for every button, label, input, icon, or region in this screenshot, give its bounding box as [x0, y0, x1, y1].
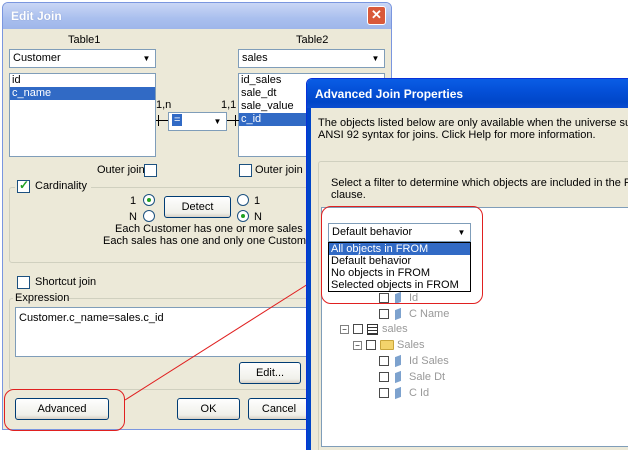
tree-checkbox[interactable] — [379, 309, 389, 319]
tree-checkbox[interactable] — [366, 340, 376, 350]
dimension-icon — [395, 370, 401, 384]
collapse-icon[interactable]: − — [340, 325, 349, 334]
folder-icon — [380, 340, 394, 350]
advanced-join-titlebar[interactable]: Advanced Join Properties — [307, 79, 628, 108]
tree-checkbox[interactable] — [379, 372, 389, 382]
filter-text-line1: Select a filter to determine which objec… — [331, 177, 628, 189]
tree-item-id-sales[interactable]: Id Sales — [409, 355, 449, 367]
dimension-icon — [395, 354, 401, 368]
tree-checkbox[interactable] — [353, 324, 363, 334]
tree-item-sale-dt[interactable]: Sale Dt — [409, 371, 445, 383]
window-border — [307, 108, 311, 450]
tree-checkbox[interactable] — [379, 356, 389, 366]
table-icon — [367, 324, 378, 335]
info-text-line1: The objects listed below are only availa… — [318, 117, 628, 129]
tree-item-c-id[interactable]: C Id — [409, 387, 429, 399]
advanced-join-title: Advanced Join Properties — [315, 87, 464, 101]
filter-text-line2: clause. — [331, 189, 366, 201]
tree-item-c-name[interactable]: C Name — [409, 308, 449, 320]
tree-checkbox[interactable] — [379, 388, 389, 398]
dimension-icon — [395, 386, 401, 400]
info-text-line2: ANSI 92 syntax for joins. Click Help for… — [318, 129, 596, 141]
tree-item-sales-table[interactable]: sales — [382, 323, 408, 335]
annotation-line — [124, 271, 328, 401]
dimension-icon — [395, 307, 401, 321]
filter-highlight-annotation — [321, 206, 483, 304]
collapse-icon[interactable]: − — [353, 341, 362, 350]
tree-item-sales-class[interactable]: Sales — [397, 339, 425, 351]
